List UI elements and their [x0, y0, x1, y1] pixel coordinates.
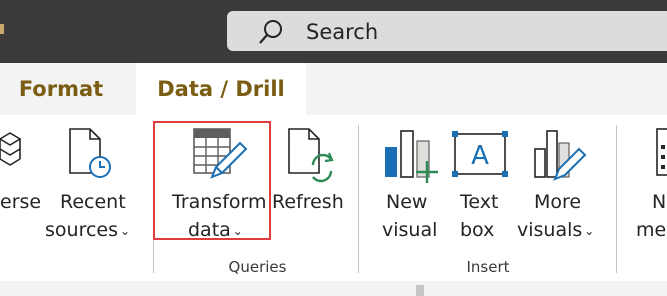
canvas-edge	[0, 281, 667, 296]
recent-sources-button[interactable]: Recent sources ⌄	[44, 115, 132, 245]
dataverse-icon	[0, 129, 22, 185]
more-visuals-icon	[533, 127, 591, 187]
new-visual-label-1: New	[386, 191, 428, 213]
refresh-label: Refresh	[272, 191, 344, 213]
search-box[interactable]: Search	[227, 11, 667, 51]
svg-text:A: A	[471, 141, 489, 171]
new-measure-button[interactable]: N mea	[630, 115, 667, 245]
group-separator	[616, 125, 617, 273]
text-box-icon: A	[451, 130, 509, 182]
new-measure-label-2: mea	[636, 219, 667, 241]
text-box-button[interactable]: A Text box	[448, 115, 510, 245]
tab-data-drill[interactable]: Data / Drill	[136, 63, 306, 115]
new-measure-icon	[656, 127, 667, 187]
title-bar: Search	[0, 0, 667, 63]
more-visuals-button[interactable]: More visuals ⌄	[513, 115, 603, 245]
more-visuals-label-1: More	[534, 191, 582, 213]
new-visual-button[interactable]: New visual	[377, 115, 443, 245]
group-separator	[358, 125, 359, 273]
more-visuals-label-2: visuals ⌄	[517, 219, 595, 241]
new-measure-label-1: N	[652, 191, 667, 213]
group-label-insert: Insert	[466, 258, 510, 276]
app-edge-mark	[0, 24, 4, 34]
refresh-button[interactable]: Refresh	[271, 115, 347, 245]
chevron-down-icon: ⌄	[120, 223, 131, 238]
dataverse-button[interactable]: erse	[0, 115, 45, 245]
tab-format[interactable]: Format	[0, 63, 122, 115]
new-visual-icon	[383, 127, 441, 187]
group-label-queries: Queries	[228, 258, 287, 276]
recent-sources-label-2: sources ⌄	[45, 219, 131, 241]
transform-data-highlight	[153, 121, 271, 240]
chevron-down-icon: ⌄	[584, 223, 595, 238]
search-icon	[257, 18, 285, 46]
ribbon-tabs: Format Data / Drill	[0, 63, 667, 115]
dataverse-label: erse	[0, 191, 42, 213]
canvas-marker	[416, 285, 424, 296]
text-box-label-2: box	[460, 219, 495, 241]
new-visual-label-2: visual	[382, 219, 438, 241]
text-box-label-1: Text	[460, 191, 499, 213]
search-label: Search	[306, 20, 379, 44]
recent-sources-icon	[66, 127, 112, 185]
recent-sources-label-1: Recent	[60, 191, 126, 213]
refresh-icon	[285, 127, 337, 187]
